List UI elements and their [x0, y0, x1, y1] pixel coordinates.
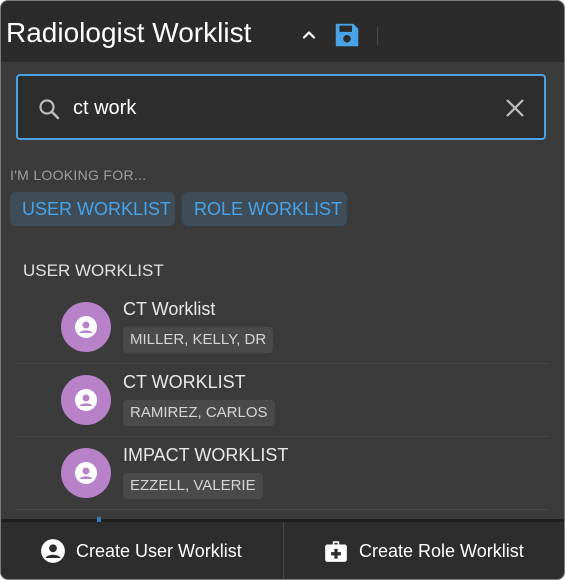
footer-actions: Create User Worklist Create Role Worklis…: [1, 522, 564, 579]
avatar: [61, 375, 111, 425]
create-role-worklist-button[interactable]: Create Role Worklist: [284, 522, 564, 579]
toolbar-divider: [377, 27, 378, 45]
save-icon[interactable]: [332, 20, 362, 50]
chevron-up-icon[interactable]: [299, 25, 319, 45]
create-role-label: Create Role Worklist: [359, 541, 524, 561]
list-item[interactable]: CT Worklist MILLER, KELLY, DR: [16, 291, 549, 364]
avatar: [61, 302, 111, 352]
owner-badge: RAMIREZ, CARLOS: [123, 400, 275, 426]
worklist-name: CT Worklist: [123, 299, 216, 319]
chip-user-worklist[interactable]: USER WORKLIST: [10, 192, 175, 226]
user-avatar-icon: [75, 462, 97, 484]
chip-role-worklist[interactable]: ROLE WORKLIST: [182, 192, 347, 226]
user-avatar-icon: [75, 316, 97, 338]
title-bar: Radiologist Worklist: [1, 1, 564, 62]
medical-bag-icon: [325, 541, 347, 562]
worklist-name: CT WORKLIST: [123, 372, 246, 392]
filter-heading: I'M LOOKING FOR...: [10, 167, 147, 183]
worklist-panel: Radiologist Worklist I'M LOOKING FOR... …: [0, 0, 565, 580]
account-circle-icon: [41, 539, 65, 563]
search-icon: [39, 99, 60, 120]
avatar: [61, 448, 111, 498]
user-avatar-icon: [75, 389, 97, 411]
list-item[interactable]: CT WORKLIST RAMIREZ, CARLOS: [16, 364, 549, 437]
section-title: USER WORKLIST: [23, 261, 164, 280]
create-user-label: Create User Worklist: [76, 541, 242, 561]
worklist-name: IMPACT WORKLIST: [123, 445, 289, 465]
list-item[interactable]: IMPACT WORKLIST EZZELL, VALERIE: [16, 437, 549, 510]
close-icon[interactable]: [504, 97, 526, 119]
page-title: Radiologist Worklist: [6, 17, 252, 48]
search-box: [16, 74, 546, 140]
create-user-worklist-button[interactable]: Create User Worklist: [1, 522, 283, 579]
owner-badge: MILLER, KELLY, DR: [123, 327, 274, 353]
search-input[interactable]: [73, 92, 473, 124]
owner-badge: EZZELL, VALERIE: [123, 473, 263, 499]
